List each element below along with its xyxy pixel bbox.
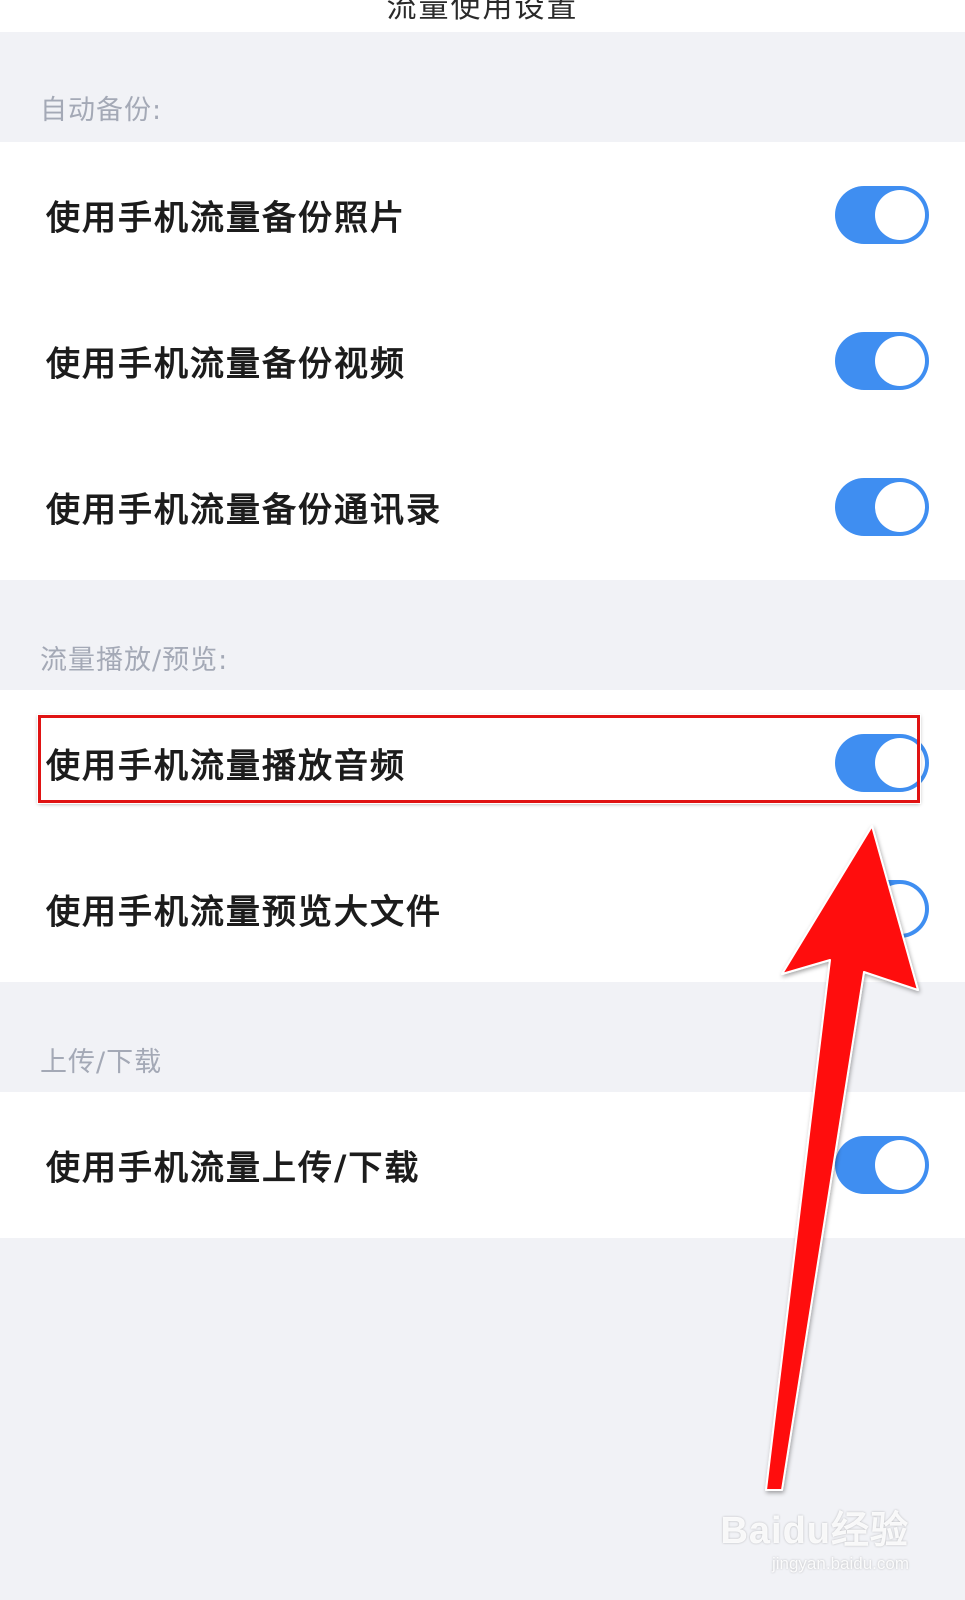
watermark-url: jingyan.baidu.com — [771, 1554, 909, 1573]
backup-contacts-toggle[interactable] — [835, 478, 929, 536]
setting-row-backup-photos: 使用手机流量备份照片 — [0, 142, 965, 288]
backup-photos-toggle[interactable] — [835, 186, 929, 244]
setting-label: 使用手机流量预览大文件 — [46, 892, 442, 933]
section-header-upload-download: 上传/下载 — [40, 1047, 163, 1078]
section-header-playback-preview: 流量播放/预览: — [40, 645, 229, 676]
setting-row-upload-download: 使用手机流量上传/下载 — [0, 1092, 965, 1238]
backup-videos-toggle[interactable] — [835, 332, 929, 390]
watermark: Baidu经验 jingyan.baidu.com — [720, 1499, 909, 1574]
toggle-knob — [875, 336, 925, 386]
highlight-annotation-box — [38, 715, 920, 803]
preview-large-files-toggle[interactable] — [835, 880, 929, 938]
setting-label: 使用手机流量备份通讯录 — [46, 490, 442, 531]
setting-label: 使用手机流量备份照片 — [46, 198, 406, 239]
settings-group-auto-backup: 使用手机流量备份照片 使用手机流量备份视频 使用手机流量备份通讯录 — [0, 142, 965, 580]
top-bar: 流量使用设置 — [0, 0, 965, 32]
toggle-knob — [875, 884, 925, 934]
settings-group-upload-download: 使用手机流量上传/下载 — [0, 1092, 965, 1238]
setting-row-preview-large-files: 使用手机流量预览大文件 — [0, 836, 965, 982]
page-title: 流量使用设置 — [386, 0, 579, 25]
setting-label: 使用手机流量备份视频 — [46, 344, 406, 385]
watermark-logo: Baidu经验 — [720, 1510, 909, 1552]
toggle-knob — [875, 482, 925, 532]
setting-row-backup-contacts: 使用手机流量备份通讯录 — [0, 434, 965, 580]
upload-download-toggle[interactable] — [835, 1136, 929, 1194]
toggle-knob — [875, 190, 925, 240]
toggle-knob — [875, 1140, 925, 1190]
section-header-auto-backup: 自动备份: — [40, 95, 163, 126]
setting-label: 使用手机流量上传/下载 — [46, 1148, 421, 1189]
setting-row-backup-videos: 使用手机流量备份视频 — [0, 288, 965, 434]
